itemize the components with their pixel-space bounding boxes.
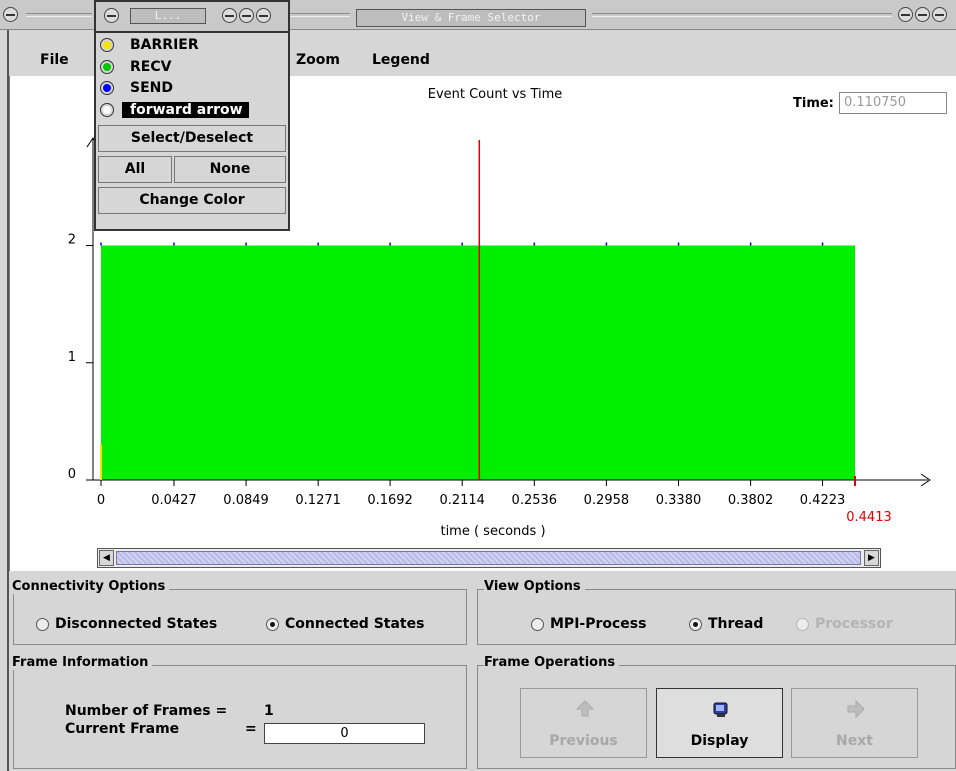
radio-disconnected-states[interactable]: Disconnected States xyxy=(36,616,217,632)
legend-item-barrier-label: BARRIER xyxy=(130,37,199,53)
legend-item-send-label: SEND xyxy=(130,80,173,96)
frame-information-title: Frame Information xyxy=(12,655,153,670)
legend-item-send[interactable]: SEND xyxy=(100,78,173,98)
current-frame-label: Current Frame xyxy=(65,721,180,737)
radio-thread[interactable]: Thread xyxy=(689,616,763,632)
select-none-button[interactable]: None xyxy=(174,156,286,183)
x-tick-label: 0.3802 xyxy=(728,493,774,508)
scroll-thumb[interactable] xyxy=(116,551,861,565)
barrier-color-swatch[interactable] xyxy=(100,38,114,52)
x-tick-label: 0.4223 xyxy=(800,493,846,508)
number-of-frames-label: Number of Frames = xyxy=(65,703,228,719)
x-tick-label: 0.2536 xyxy=(512,493,558,508)
legend-popup-maximize-icon[interactable] xyxy=(239,8,254,23)
end-marker-label: 0.4413 xyxy=(846,510,892,525)
legend-item-forward-arrow[interactable]: forward arrow xyxy=(100,100,249,120)
x-tick-label: 0.0427 xyxy=(151,493,197,508)
time-field[interactable]: 0.110750 xyxy=(839,92,947,114)
next-arrow-icon xyxy=(847,699,865,719)
display-screen-icon xyxy=(713,702,728,717)
connectivity-options-title: Connectivity Options xyxy=(12,579,170,594)
view-options-title: View Options xyxy=(484,579,585,594)
current-frame-equals: = xyxy=(245,721,257,737)
forward-arrow-color-swatch[interactable] xyxy=(100,103,114,117)
radio-connected-states[interactable]: Connected States xyxy=(266,616,424,632)
radio-connected-dot[interactable] xyxy=(266,617,279,631)
legend-item-recv-label: RECV xyxy=(130,59,172,75)
radio-thread-dot[interactable] xyxy=(689,617,702,631)
x-tick-label: 0.1692 xyxy=(367,493,413,508)
next-button-label: Next xyxy=(836,733,873,749)
radio-connected-label: Connected States xyxy=(285,616,425,632)
change-color-button[interactable]: Change Color xyxy=(98,187,286,214)
chart-title: Event Count vs Time xyxy=(427,87,563,102)
radio-processor: Processor xyxy=(796,616,893,632)
select-all-button[interactable]: All xyxy=(98,156,172,183)
series-area-recv xyxy=(101,245,855,480)
x-tick-label: 0 xyxy=(97,493,105,508)
next-button[interactable]: Next xyxy=(791,688,918,758)
previous-button-label: Previous xyxy=(549,733,618,749)
legend-item-barrier[interactable]: BARRIER xyxy=(100,35,199,55)
radio-disconnected-label: Disconnected States xyxy=(55,616,218,632)
y-tick-label: 1 xyxy=(68,350,76,365)
x-tick-label: 0.3380 xyxy=(656,493,702,508)
radio-mpi-process[interactable]: MPI-Process xyxy=(531,616,646,632)
display-button-label: Display xyxy=(690,733,749,749)
x-axis-label: time ( seconds ) xyxy=(440,524,546,539)
previous-arrow-icon xyxy=(575,700,595,717)
y-tick-label: 2 xyxy=(68,233,76,248)
legend-popup-menu-icon[interactable] xyxy=(104,8,119,23)
y-tick-label: 0 xyxy=(68,467,76,482)
display-button[interactable]: Display xyxy=(656,688,783,758)
x-tick-label: 0.2958 xyxy=(584,493,630,508)
scroll-left-icon[interactable]: ◀ xyxy=(99,550,114,566)
radio-thread-label: Thread xyxy=(708,616,764,632)
previous-button[interactable]: Previous xyxy=(520,688,647,758)
radio-disconnected-dot[interactable] xyxy=(36,617,49,631)
current-frame-input[interactable]: 0 xyxy=(264,723,425,744)
x-tick-label: 0.2114 xyxy=(439,493,485,508)
select-deselect-button[interactable]: Select/Deselect xyxy=(98,125,286,152)
legend-item-recv[interactable]: RECV xyxy=(100,57,171,77)
number-of-frames-value: 1 xyxy=(264,703,274,719)
radio-processor-dot xyxy=(796,617,809,631)
horizontal-scrollbar[interactable]: ◀ ▶ xyxy=(97,548,881,568)
legend-popup-minimize-icon[interactable] xyxy=(222,8,237,23)
legend-item-forward-arrow-label: forward arrow xyxy=(122,102,249,118)
frame-operations-title: Frame Operations xyxy=(484,655,620,670)
recv-color-swatch[interactable] xyxy=(100,60,114,74)
send-color-swatch[interactable] xyxy=(100,81,114,95)
legend-popup-close-icon[interactable] xyxy=(256,8,271,23)
legend-popup: BARRIER RECV SEND forward arrow Select/D… xyxy=(94,31,290,231)
x-tick-label: 0.1271 xyxy=(295,493,341,508)
x-tick-label: 0.0849 xyxy=(223,493,269,508)
radio-mpi-process-dot[interactable] xyxy=(531,617,544,631)
radio-mpi-process-label: MPI-Process xyxy=(550,616,647,632)
time-label: Time: xyxy=(793,96,834,111)
legend-popup-title: L... xyxy=(130,8,206,24)
radio-processor-label: Processor xyxy=(815,616,893,632)
legend-popup-titlebar: L... xyxy=(94,0,290,31)
scroll-right-icon[interactable]: ▶ xyxy=(864,550,879,566)
